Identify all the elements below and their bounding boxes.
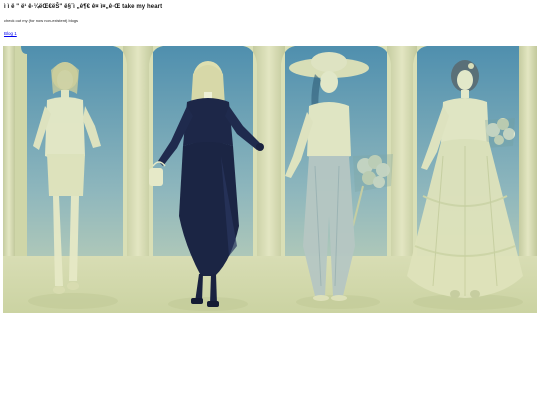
page-title: ì ì ë " ë¹ ê·¼ëŒ€ëŠ" ë§¨ì „ê¶€ ê¤ ì¤„ê·Œ… bbox=[4, 4, 163, 10]
blog-link-1[interactable]: Blog 1 bbox=[4, 31, 17, 36]
intro-text: check out my (for now non-existent) blog… bbox=[4, 18, 79, 23]
banner-image bbox=[3, 46, 537, 313]
flowers-icon bbox=[485, 118, 515, 148]
